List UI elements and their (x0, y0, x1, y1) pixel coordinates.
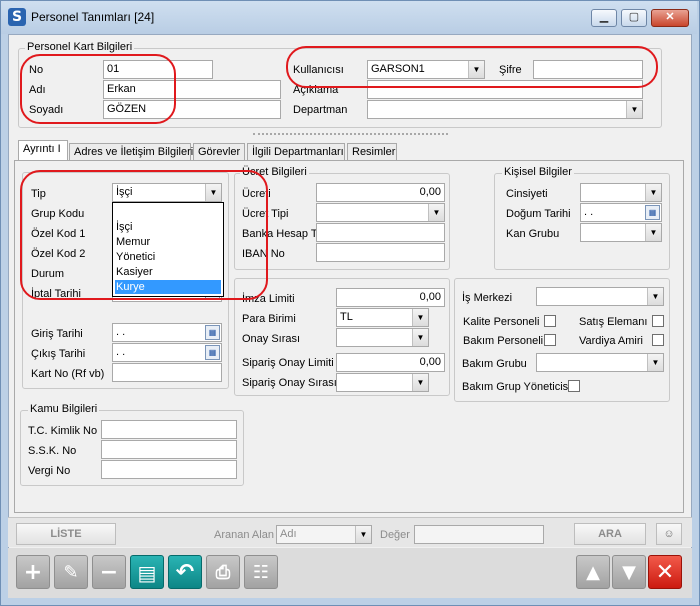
liste-button[interactable]: LİSTE (16, 523, 116, 545)
chevron-down-icon[interactable]: ▼ (428, 204, 444, 221)
deger-label: Değer (380, 529, 410, 541)
undo-button[interactable]: ↶ (168, 555, 202, 589)
chevron-down-icon[interactable]: ▼ (647, 354, 663, 371)
cikis-tarihi-label: Çıkış Tarihi (31, 348, 86, 360)
bakim-grubu-label: Bakım Grubu (462, 358, 527, 370)
delete-button[interactable]: − (92, 555, 126, 589)
user-search-icon[interactable]: ☺ (656, 523, 682, 545)
aranan-alan-select[interactable]: Adı ▼ (276, 525, 372, 544)
app-logo-icon: S (8, 8, 26, 26)
print-button[interactable]: ⎙ (206, 555, 240, 589)
save-button[interactable]: ▤ (130, 555, 164, 589)
cikis-tarihi-value: . . (116, 346, 126, 358)
minimize-button[interactable]: ▁ (591, 9, 617, 27)
dogum-tarihi-value: . . (584, 206, 594, 218)
chevron-down-icon[interactable]: ▼ (645, 184, 661, 201)
tc-kimlik-input[interactable] (101, 420, 237, 439)
move-down-button[interactable]: ▼ (612, 555, 646, 589)
siparis-onay-sirasi-label: Sipariş Onay Sırası (242, 377, 337, 389)
highlight-circle-tip (20, 170, 268, 300)
bakim-personeli-checkbox[interactable] (544, 334, 556, 346)
kisisel-group-title: Kişisel Bilgiler (502, 166, 574, 178)
cinsiyet-label: Cinsiyeti (506, 188, 548, 200)
tab-ayrinti[interactable]: Ayrıntı I (18, 140, 68, 162)
imza-limiti-input[interactable]: 0,00 (336, 288, 445, 307)
kan-grubu-select[interactable]: ▼ (580, 223, 662, 242)
ssk-no-label: S.S.K. No (28, 445, 77, 457)
highlight-circle-identity (20, 54, 176, 124)
tree-view-button[interactable]: ☷ (244, 555, 278, 589)
giris-tarihi-field[interactable]: . . ▦ (112, 323, 222, 342)
siparis-onay-limiti-label: Sipariş Onay Limiti (242, 357, 334, 369)
kan-grubu-label: Kan Grubu (506, 228, 560, 240)
cinsiyet-select[interactable]: ▼ (580, 183, 662, 202)
kalite-personeli-checkbox[interactable] (544, 315, 556, 327)
window-title: Personel Tanımları [24] (31, 10, 155, 24)
chevron-down-icon[interactable]: ▼ (412, 329, 428, 346)
chevron-down-icon[interactable]: ▼ (412, 309, 428, 326)
move-up-button[interactable]: ▲ (576, 555, 610, 589)
vergi-no-input[interactable] (101, 460, 237, 479)
tab-gorevler[interactable]: Görevler (193, 143, 245, 161)
bakim-personeli-label: Bakım Personeli (463, 335, 544, 347)
satis-elemani-label: Satış Elemanı (579, 316, 648, 328)
chevron-down-icon[interactable]: ▼ (412, 374, 428, 391)
splitter-handle[interactable] (253, 133, 448, 135)
onay-sirasi-select[interactable]: ▼ (336, 328, 429, 347)
siparis-onay-limiti-input[interactable]: 0,00 (336, 353, 445, 372)
siparis-onay-sirasi-select[interactable]: ▼ (336, 373, 429, 392)
para-birimi-select[interactable]: TL ▼ (336, 308, 429, 327)
giris-tarihi-label: Giriş Tarihi (31, 328, 83, 340)
calendar-icon[interactable]: ▦ (645, 205, 660, 220)
kamu-group-title: Kamu Bilgileri (28, 403, 100, 415)
highlight-circle-user (286, 46, 658, 88)
edit-button[interactable]: ✎ (54, 555, 88, 589)
vardiya-amiri-checkbox[interactable] (652, 334, 664, 346)
kalite-personeli-label: Kalite Personeli (463, 316, 540, 328)
calendar-icon[interactable]: ▦ (205, 325, 220, 340)
kart-no-label: Kart No (Rf vb) (31, 368, 105, 380)
dogum-tarihi-label: Doğum Tarihi (506, 208, 571, 220)
window-close-button[interactable]: ✕ (651, 9, 689, 27)
aranan-alan-label: Aranan Alan (214, 529, 274, 541)
dogum-tarihi-field[interactable]: . . ▦ (580, 203, 662, 222)
para-birimi-label: Para Birimi (242, 313, 296, 325)
chevron-down-icon[interactable]: ▼ (355, 526, 371, 543)
personel-card-title: Personel Kart Bilgileri (25, 41, 135, 53)
onay-sirasi-label: Onay Sırası (242, 333, 301, 345)
ssk-no-input[interactable] (101, 440, 237, 459)
tab-resimler[interactable]: Resimler (347, 143, 397, 161)
bakim-grubu-select[interactable]: ▼ (536, 353, 664, 372)
deger-input[interactable] (414, 525, 544, 544)
departman-select[interactable]: ▼ (367, 100, 643, 119)
chevron-down-icon[interactable]: ▼ (626, 101, 642, 118)
para-birimi-value: TL (340, 311, 353, 323)
giris-tarihi-value: . . (116, 326, 126, 338)
ucret-input[interactable]: 0,00 (316, 183, 445, 202)
chevron-down-icon[interactable]: ▼ (645, 224, 661, 241)
departman-label: Departman (293, 104, 348, 116)
vardiya-amiri-label: Vardiya Amiri (579, 335, 643, 347)
bakim-grup-yoneticisi-label: Bakım Grup Yöneticisi (462, 381, 571, 393)
maximize-button[interactable]: ▢ (621, 9, 647, 27)
tab-ilgili-departmanlari[interactable]: İlgili Departmanları (247, 143, 345, 161)
ucret-tipi-select[interactable]: ▼ (316, 203, 445, 222)
satis-elemani-checkbox[interactable] (652, 315, 664, 327)
calendar-icon[interactable]: ▦ (205, 345, 220, 360)
is-merkezi-label: İş Merkezi (462, 292, 513, 304)
banka-hesap-input[interactable] (316, 223, 445, 242)
ara-button[interactable]: ARA (574, 523, 646, 545)
iban-input[interactable] (316, 243, 445, 262)
bakim-grup-yoneticisi-checkbox[interactable] (568, 380, 580, 392)
close-form-button[interactable]: ✕ (648, 555, 682, 589)
chevron-down-icon[interactable]: ▼ (647, 288, 663, 305)
tab-adres-iletisim[interactable]: Adres ve İletişim Bilgileri (69, 143, 193, 161)
is-merkezi-select[interactable]: ▼ (536, 287, 664, 306)
aranan-alan-value: Adı (280, 528, 297, 540)
vergi-no-label: Vergi No (28, 465, 71, 477)
tc-kimlik-label: T.C. Kimlik No (28, 425, 98, 437)
add-button[interactable]: + (16, 555, 50, 589)
kart-no-input[interactable] (112, 363, 222, 382)
cikis-tarihi-field[interactable]: . . ▦ (112, 343, 222, 362)
